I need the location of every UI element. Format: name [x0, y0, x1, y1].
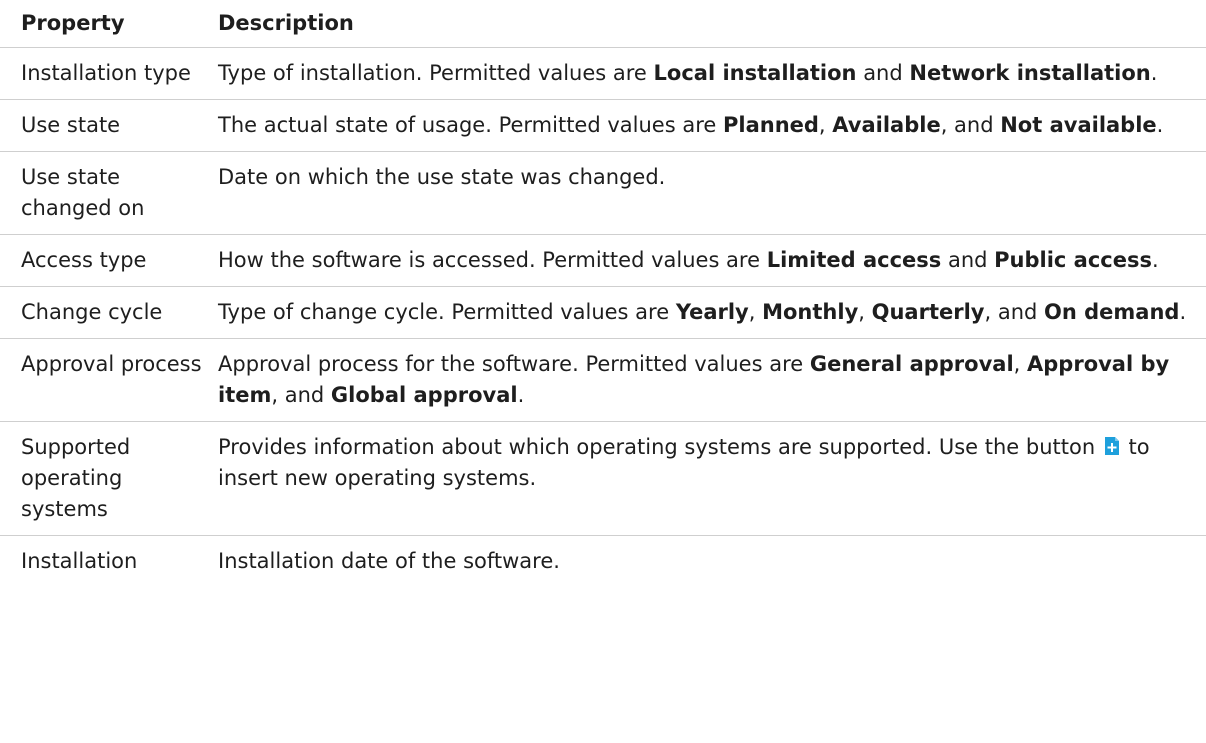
description-cell: Type of installation. Permitted values a… [207, 58, 1206, 89]
table-row: Use state The actual state of usage. Perm… [0, 99, 1206, 151]
property-cell: Approval process [21, 352, 202, 376]
property-cell: Use state changed on [21, 165, 145, 220]
description-text: , and [271, 383, 331, 407]
description-text: Type of change cycle. Permitted values a… [218, 300, 676, 324]
permitted-value: Limited access [766, 248, 942, 272]
description-text: . [1152, 248, 1159, 272]
permitted-value: Available [832, 113, 941, 137]
description-text: How the software is accessed. Permitted … [218, 248, 767, 272]
description-text: , [858, 300, 872, 324]
description-cell: Type of change cycle. Permitted values a… [207, 297, 1206, 328]
description-text: Approval process for the software. Permi… [218, 352, 810, 376]
permitted-value: Network installation [909, 61, 1151, 85]
description-cell: How the software is accessed. Permitted … [207, 245, 1206, 276]
permitted-value: Not available [1000, 113, 1157, 137]
description-text: and [856, 61, 910, 85]
description-text: and [941, 248, 995, 272]
description-text: Date on which the use state was changed. [218, 165, 666, 189]
description-cell: Approval process for the software. Permi… [207, 349, 1206, 411]
header-description: Description [218, 11, 354, 35]
description-text: , and [940, 113, 1001, 137]
permitted-value: Global approval [330, 383, 518, 407]
insert-document-plus-icon [1104, 434, 1120, 455]
description-text: , and [984, 300, 1045, 324]
property-cell: Change cycle [21, 300, 163, 324]
description-text: Type of installation. Permitted values a… [218, 61, 654, 85]
permitted-value: Yearly [675, 300, 749, 324]
description-text: Provides information about which operati… [218, 435, 1102, 459]
permitted-value: General approval [809, 352, 1014, 376]
table-header-row: Property Description [0, 0, 1206, 47]
property-cell: Installation type [21, 61, 191, 85]
description-cell: Provides information about which operati… [207, 432, 1206, 525]
permitted-value: Quarterly [871, 300, 985, 324]
table-body: Installation type Type of installation. P… [0, 47, 1206, 577]
properties-table: Property Description Installation type Ty… [0, 0, 1206, 577]
property-cell: Use state [21, 113, 121, 137]
description-text: , [1013, 352, 1028, 376]
property-cell: Installation [21, 549, 138, 573]
table-row: Installation type Type of installation. P… [0, 47, 1206, 99]
permitted-value: Planned [722, 113, 819, 137]
permitted-value: Monthly [762, 300, 859, 324]
property-cell: Access type [21, 248, 147, 272]
description-text: . [517, 383, 525, 407]
description-text: The actual state of usage. Permitted val… [218, 113, 723, 137]
table-row: Use state changed on Date on which the us… [0, 151, 1206, 234]
description-text: . [1150, 61, 1158, 85]
table-row: Approval process Approval process for the… [0, 338, 1206, 421]
description-text: , [818, 113, 833, 137]
permitted-value: On demand [1044, 300, 1180, 324]
header-property: Property [21, 11, 125, 35]
description-cell: Installation date of the software. [207, 546, 1206, 577]
table-row: Supported operating systems Provides info… [0, 421, 1206, 535]
table-row: Installation Installation date of the sof… [0, 535, 1206, 577]
table-row: Access type How the software is accessed.… [0, 234, 1206, 286]
description-text: . [1179, 300, 1187, 324]
description-text: , [748, 300, 763, 324]
description-cell: The actual state of usage. Permitted val… [207, 110, 1206, 141]
description-text: . [1156, 113, 1164, 137]
description-cell: Date on which the use state was changed. [207, 162, 1206, 224]
permitted-value: Public access [994, 248, 1152, 272]
property-cell: Supported operating systems [21, 435, 131, 521]
table-row: Change cycle Type of change cycle. Permit… [0, 286, 1206, 338]
description-text: Installation date of the software. [218, 549, 560, 573]
permitted-value: Local installation [653, 61, 857, 85]
